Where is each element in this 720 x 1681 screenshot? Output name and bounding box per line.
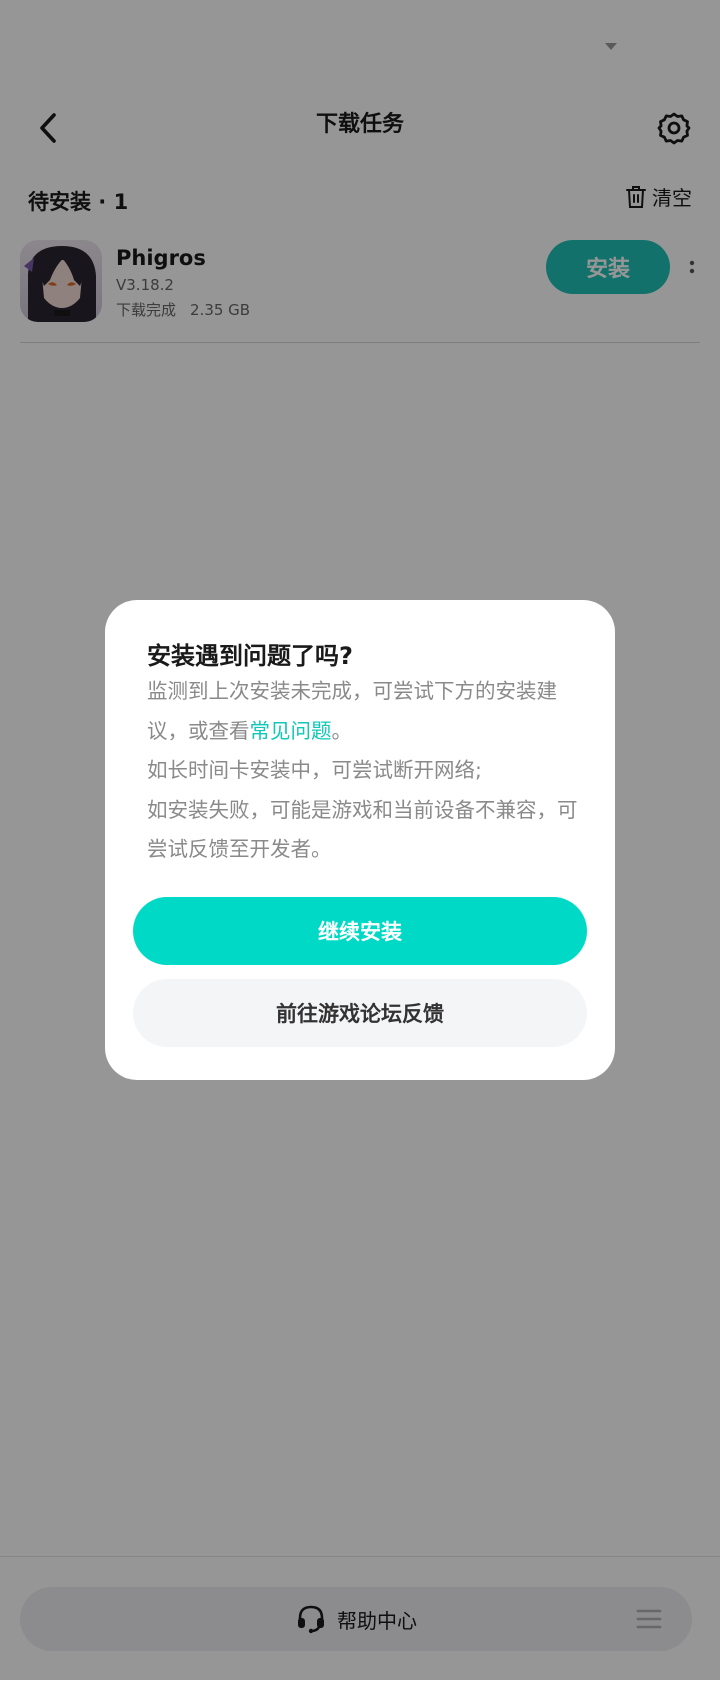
dialog-paragraph-1: 监测到上次安装未完成，可尝试下方的安装建议，或查看常见问题。 — [147, 672, 579, 751]
dialog-paragraph-2: 如长时间卡安装中，可尝试断开网络; — [147, 758, 482, 782]
dialog-line1-suffix: 。 — [331, 718, 353, 743]
dialog-title: 安装遇到问题了吗? — [147, 642, 353, 670]
dialog-body: 监测到上次安装未完成，可尝试下方的安装建议，或查看常见问题。 如长时间卡安装中，… — [147, 672, 579, 870]
dialog-paragraph-3: 如安装失败，可能是游戏和当前设备不兼容，可尝试反馈至开发者。 — [147, 797, 578, 862]
continue-install-button[interactable]: 继续安装 — [133, 897, 587, 965]
forum-feedback-button[interactable]: 前往游戏论坛反馈 — [133, 979, 587, 1047]
install-problem-dialog: 安装遇到问题了吗? 监测到上次安装未完成，可尝试下方的安装建议，或查看常见问题。… — [105, 600, 615, 1080]
dialog-line1-prefix: 监测到上次安装未完成，可尝试下方的安装建议，或查看 — [147, 679, 557, 743]
faq-link[interactable]: 常见问题 — [250, 719, 332, 743]
